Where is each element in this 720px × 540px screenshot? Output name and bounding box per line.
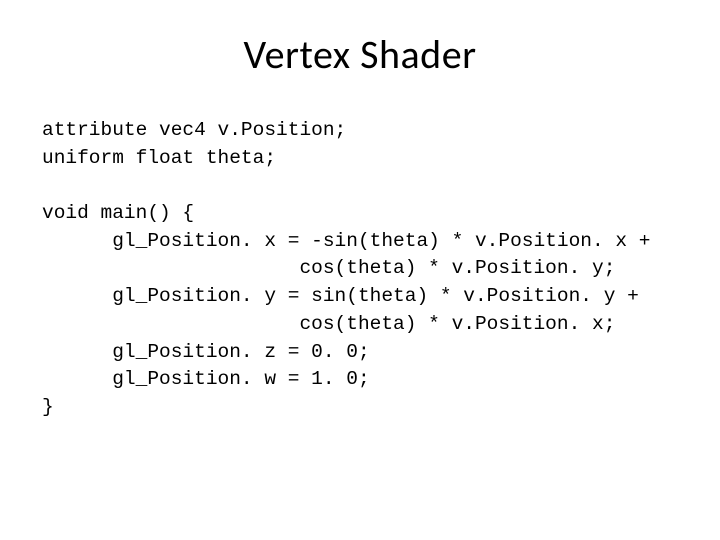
code-line: cos(theta) * v.Position. y; — [42, 257, 615, 279]
code-line: gl_Position. x = -sin(theta) * v.Positio… — [42, 230, 651, 252]
slide: Vertex Shader attribute vec4 v.Position;… — [0, 0, 720, 540]
code-line: attribute vec4 v.Position; — [42, 119, 346, 141]
code-line: } — [42, 396, 54, 418]
code-line: gl_Position. y = sin(theta) * v.Position… — [42, 285, 639, 307]
code-line: gl_Position. z = 0. 0; — [42, 341, 370, 363]
code-line: uniform float theta; — [42, 147, 276, 169]
page-title: Vertex Shader — [42, 30, 678, 79]
code-line: void main() { — [42, 202, 194, 224]
code-line: gl_Position. w = 1. 0; — [42, 368, 370, 390]
code-line: cos(theta) * v.Position. x; — [42, 313, 615, 335]
code-block: attribute vec4 v.Position; uniform float… — [42, 117, 678, 422]
